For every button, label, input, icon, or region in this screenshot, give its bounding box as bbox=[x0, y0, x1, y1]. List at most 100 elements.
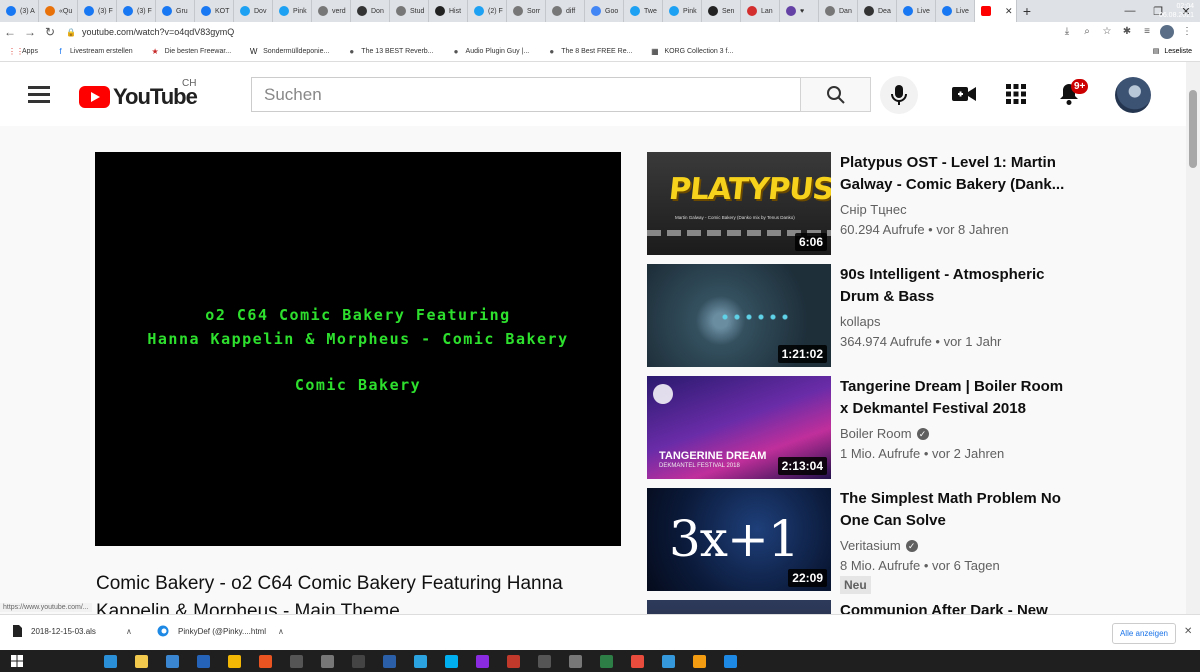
video-thumbnail[interactable]: PLATYPUS Martin Galway - Comic Bakery (D… bbox=[647, 152, 831, 255]
browser-tab[interactable]: KOT bbox=[195, 0, 234, 22]
recommended-video[interactable]: PLATYPUS Martin Galway - Comic Bakery (D… bbox=[647, 152, 1067, 256]
recommended-title[interactable]: Tangerine Dream | Boiler Room x Dekmante… bbox=[840, 376, 1065, 420]
taskbar-app-icon[interactable] bbox=[719, 650, 741, 672]
taskbar-app-icon[interactable] bbox=[657, 650, 679, 672]
browser-tab[interactable]: ♥ bbox=[780, 0, 819, 22]
zoom-icon[interactable]: ⌕ bbox=[1080, 25, 1094, 39]
extensions-icon[interactable]: ✱ bbox=[1120, 25, 1134, 39]
taskbar-ubuntu-icon[interactable] bbox=[254, 650, 276, 672]
browser-tab[interactable]: verd bbox=[312, 0, 351, 22]
profile-avatar-icon[interactable] bbox=[1160, 25, 1174, 39]
browser-tab[interactable]: Twe bbox=[624, 0, 663, 22]
bookmark-item[interactable]: ★ Die besten Freewar... bbox=[151, 47, 232, 56]
taskbar-skype-icon[interactable] bbox=[440, 650, 462, 672]
video-thumbnail[interactable]: 1:21:02 bbox=[647, 264, 831, 367]
recommended-video[interactable]: 3x+1 22:09 The Simplest Math Problem No … bbox=[647, 488, 1067, 594]
bookmark-item[interactable]: ⋮⋮ Apps bbox=[8, 47, 38, 56]
minimize-button[interactable]: — bbox=[1116, 5, 1144, 17]
browser-tab-active[interactable]: ✕ bbox=[975, 0, 1017, 22]
bookmark-item[interactable]: W Sondermülldeponie... bbox=[249, 47, 329, 56]
forward-button[interactable]: → bbox=[20, 25, 40, 39]
browser-tab[interactable]: (3) A bbox=[0, 0, 39, 22]
taskbar-explorer-icon[interactable] bbox=[130, 650, 152, 672]
browser-tab[interactable]: Sorr bbox=[507, 0, 546, 22]
bookmark-item[interactable]: f Livestream erstellen bbox=[56, 47, 132, 56]
browser-tab[interactable]: Stud bbox=[390, 0, 429, 22]
reading-list-icon[interactable]: ≡ bbox=[1140, 25, 1154, 39]
recommended-video[interactable]: Communion After Dark - New bbox=[647, 600, 1067, 614]
close-download-bar-icon[interactable]: ✕ bbox=[1184, 626, 1192, 637]
reload-button[interactable]: ↻ bbox=[40, 25, 60, 39]
browser-tab[interactable]: Dov bbox=[234, 0, 273, 22]
browser-tab[interactable]: (2) F bbox=[468, 0, 507, 22]
taskbar-live-icon[interactable] bbox=[347, 650, 369, 672]
recommended-title[interactable]: Platypus OST - Level 1: Martin Galway - … bbox=[840, 152, 1065, 196]
channel-name[interactable]: kollaps bbox=[840, 314, 880, 329]
create-video-button[interactable] bbox=[952, 82, 976, 106]
taskbar-app-icon[interactable] bbox=[688, 650, 710, 672]
bookmark-item[interactable]: ▦ KORG Collection 3 f... bbox=[650, 47, 733, 56]
browser-tab[interactable]: Pink bbox=[273, 0, 312, 22]
taskbar-app-icon[interactable] bbox=[595, 650, 617, 672]
browser-tab[interactable]: «Qu bbox=[39, 0, 78, 22]
browser-tab[interactable]: diff bbox=[546, 0, 585, 22]
taskbar-app-icon[interactable] bbox=[533, 650, 555, 672]
recommended-title[interactable]: 90s Intelligent - Atmospheric Drum & Bas… bbox=[840, 264, 1065, 308]
taskbar-app-icon[interactable] bbox=[316, 650, 338, 672]
taskbar-app-icon[interactable] bbox=[626, 650, 648, 672]
youtube-logo[interactable]: YouTube CH bbox=[79, 78, 198, 110]
menu-dots-icon[interactable]: ⋮ bbox=[1180, 25, 1194, 39]
video-thumbnail[interactable] bbox=[647, 600, 831, 614]
install-icon[interactable]: ⤓ bbox=[1060, 25, 1074, 39]
tab-close-icon[interactable]: ✕ bbox=[1005, 6, 1013, 17]
channel-name[interactable]: Boiler Room ✓ bbox=[840, 426, 929, 441]
browser-tab[interactable]: Live bbox=[897, 0, 936, 22]
recommended-video[interactable]: TANGERINE DREAM DEKMANTEL FESTIVAL 2018 … bbox=[647, 376, 1067, 480]
video-thumbnail[interactable]: TANGERINE DREAM DEKMANTEL FESTIVAL 2018 … bbox=[647, 376, 831, 479]
taskbar-app-icon[interactable] bbox=[502, 650, 524, 672]
bookmark-item[interactable]: ● The 13 BEST Reverb... bbox=[347, 47, 433, 56]
bookmark-item[interactable]: ● Audio Plugin Guy |... bbox=[452, 47, 530, 56]
page-scrollbar[interactable] bbox=[1186, 62, 1200, 614]
browser-tab[interactable]: Sen bbox=[702, 0, 741, 22]
recommended-title[interactable]: Communion After Dark - New bbox=[840, 600, 1065, 614]
recommended-title[interactable]: The Simplest Math Problem No One Can Sol… bbox=[840, 488, 1065, 532]
video-thumbnail[interactable]: 3x+1 22:09 bbox=[647, 488, 831, 591]
show-all-downloads-button[interactable]: Alle anzeigen bbox=[1112, 623, 1176, 644]
browser-tab[interactable]: Don bbox=[351, 0, 390, 22]
reading-list-button[interactable]: ▤ Leseliste bbox=[1153, 47, 1192, 56]
browser-tab[interactable]: Live bbox=[936, 0, 975, 22]
taskbar-app-icon[interactable] bbox=[471, 650, 493, 672]
browser-tab[interactable]: Lan bbox=[741, 0, 780, 22]
scrollbar-thumb[interactable] bbox=[1189, 90, 1197, 168]
browser-tab[interactable]: (3) F bbox=[117, 0, 156, 22]
bookmark-star-icon[interactable]: ☆ bbox=[1100, 25, 1114, 39]
video-player[interactable]: o2 C64 Comic Bakery Featuring Hanna Kapp… bbox=[95, 152, 621, 546]
taskbar-store-icon[interactable] bbox=[161, 650, 183, 672]
taskbar-telegram-icon[interactable] bbox=[409, 650, 431, 672]
search-button[interactable] bbox=[800, 77, 871, 112]
browser-tab[interactable]: Gru bbox=[156, 0, 195, 22]
browser-tab[interactable]: Dea bbox=[858, 0, 897, 22]
taskbar-search-icon[interactable] bbox=[37, 650, 59, 672]
browser-tab[interactable]: (3) F bbox=[78, 0, 117, 22]
url-field[interactable]: 🔒 youtube.com/watch?v=o4qdV83gymQ bbox=[66, 27, 234, 37]
taskbar-chrome-icon[interactable] bbox=[223, 650, 245, 672]
channel-name[interactable]: Veritasium ✓ bbox=[840, 538, 918, 553]
voice-search-button[interactable] bbox=[880, 76, 918, 114]
taskbar-app-icon[interactable] bbox=[285, 650, 307, 672]
taskbar-app-icon[interactable] bbox=[564, 650, 586, 672]
windows-start-icon[interactable] bbox=[6, 650, 28, 672]
taskbar-task-view-icon[interactable] bbox=[68, 650, 90, 672]
chevron-up-icon[interactable]: ∧ bbox=[278, 627, 284, 636]
browser-tab[interactable]: Goo bbox=[585, 0, 624, 22]
browser-tab[interactable]: Dan bbox=[819, 0, 858, 22]
download-item[interactable]: PinkyDef (@Pinky....html ∧ bbox=[157, 625, 284, 637]
hamburger-menu-icon[interactable] bbox=[28, 86, 50, 103]
download-item[interactable]: 2018-12-15-03.als ∧ bbox=[12, 625, 132, 637]
chevron-up-icon[interactable]: ∧ bbox=[126, 627, 132, 636]
search-input[interactable]: Suchen bbox=[251, 77, 801, 112]
browser-tab[interactable]: Pink bbox=[663, 0, 702, 22]
taskbar-mail-icon[interactable] bbox=[192, 650, 214, 672]
recommended-video[interactable]: 1:21:02 90s Intelligent - Atmospheric Dr… bbox=[647, 264, 1067, 368]
